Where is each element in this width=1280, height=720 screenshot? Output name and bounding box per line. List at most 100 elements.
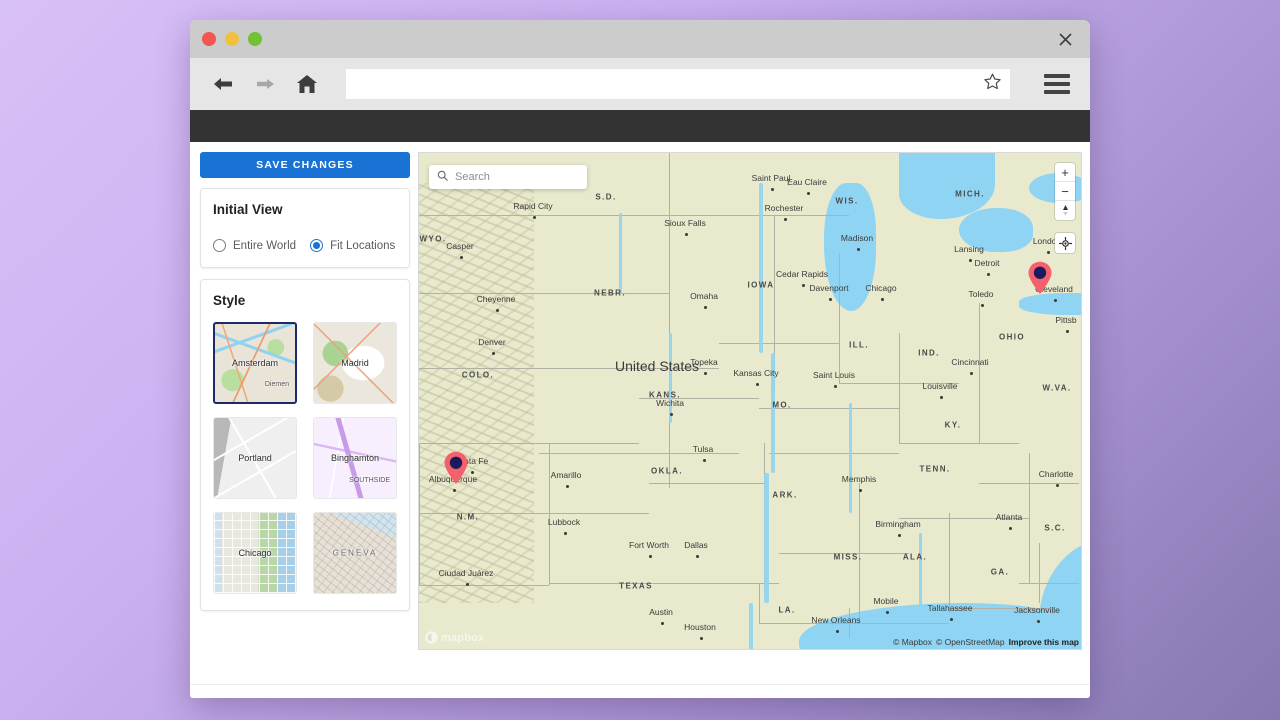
city-label: Toledo (968, 289, 993, 299)
city-label: Omaha (690, 291, 718, 301)
city-dot (881, 298, 884, 301)
radio-circle-entire-world[interactable] (213, 239, 226, 252)
style-card: Style Amsterdam Diemen Madrid Portland B… (200, 279, 410, 611)
state-label: WIS. (836, 197, 859, 206)
improve-this-map-link[interactable]: Improve this map (1009, 637, 1079, 647)
hamburger-menu-icon[interactable] (1044, 74, 1070, 94)
river (669, 333, 672, 423)
state-border (419, 293, 669, 294)
city-dot (834, 385, 837, 388)
river (759, 183, 763, 353)
city-dot (533, 216, 536, 219)
style-thumb-sublabel: Diemen (265, 381, 289, 388)
radio-label-fit-locations: Fit Locations (330, 240, 395, 252)
state-label: N.M. (457, 513, 480, 522)
style-thumb-amsterdam[interactable]: Amsterdam Diemen (213, 322, 297, 404)
zoom-out-button[interactable]: − (1055, 182, 1075, 201)
footer-divider (190, 684, 1090, 685)
state-border (949, 513, 950, 613)
city-dot (466, 583, 469, 586)
save-changes-button[interactable]: SAVE CHANGES (200, 152, 410, 178)
traffic-lights (202, 32, 262, 46)
city-dot (703, 459, 706, 462)
city-label: Topeka (690, 357, 717, 367)
state-label: TENN. (920, 465, 951, 474)
search-input[interactable] (455, 171, 597, 183)
state-label: KY. (945, 421, 962, 430)
city-label: Austin (649, 607, 673, 617)
city-label: Amarillo (551, 470, 582, 480)
compass-icon[interactable] (1055, 201, 1075, 220)
window-minimize-dot[interactable] (225, 32, 239, 46)
city-dot (696, 555, 699, 558)
city-label: Saint Louis (813, 370, 855, 380)
map-canvas[interactable]: United StatesWYO.S.D.NEBR.COLO.KANS.IOWA… (419, 153, 1081, 649)
city-label: Rochester (765, 203, 804, 213)
style-thumb-chicago[interactable]: Chicago (213, 512, 297, 594)
star-icon[interactable] (983, 72, 1002, 96)
radio-option-entire-world[interactable]: Entire World (213, 239, 296, 252)
state-label: IOWA (748, 281, 775, 290)
city-dot (886, 611, 889, 614)
style-thumb-portland[interactable]: Portland (213, 417, 297, 499)
attribution-osm[interactable]: © OpenStreetMap (936, 637, 1005, 647)
state-border (719, 343, 839, 344)
state-label: OKLA. (651, 467, 683, 476)
address-bar[interactable] (346, 69, 1010, 99)
city-dot (704, 306, 707, 309)
style-thumb-sublabel: SOUTHSIDE (349, 477, 390, 484)
state-border (669, 153, 670, 215)
state-label: IND. (918, 349, 940, 358)
state-label: ARK. (772, 491, 797, 500)
style-title: Style (213, 293, 397, 308)
lake-shape (1019, 293, 1082, 315)
style-thumb-madrid[interactable]: Madrid (313, 322, 397, 404)
city-dot (661, 622, 664, 625)
style-thumb-geneva[interactable]: GENEVA (313, 512, 397, 594)
city-label: Casper (446, 241, 473, 251)
city-dot (969, 259, 972, 262)
window-close-dot[interactable] (202, 32, 216, 46)
city-label: Chicago (865, 283, 896, 293)
forward-arrow-icon (252, 71, 278, 97)
marker-albuquerque[interactable] (443, 451, 469, 485)
state-border (419, 513, 649, 514)
geolocate-icon[interactable] (1055, 233, 1075, 253)
city-dot (807, 192, 810, 195)
initial-view-card: Initial View Entire World Fit Locations (200, 188, 410, 268)
city-label: Charlotte (1039, 469, 1074, 479)
marker-cleveland[interactable] (1027, 261, 1053, 295)
zoom-in-button[interactable]: + (1055, 163, 1075, 182)
city-label: New Orleans (811, 615, 860, 625)
close-icon[interactable] (1052, 26, 1078, 52)
initial-view-radio-group: Entire World Fit Locations (213, 239, 397, 252)
terrain-relief (419, 183, 534, 603)
window-maximize-dot[interactable] (248, 32, 262, 46)
map-attribution: © Mapbox © OpenStreetMap Improve this ma… (893, 637, 1079, 647)
search-icon (437, 168, 448, 186)
city-label: Kansas City (733, 368, 778, 378)
city-label: Sioux Falls (664, 218, 706, 228)
map-viewport[interactable]: United StatesWYO.S.D.NEBR.COLO.KANS.IOWA… (418, 152, 1082, 650)
city-dot (898, 534, 901, 537)
radio-circle-fit-locations[interactable] (310, 239, 323, 252)
city-dot (970, 372, 973, 375)
city-dot (700, 637, 703, 640)
state-label: COLO. (462, 371, 494, 380)
state-label: TEXAS (619, 582, 653, 591)
city-label: Cheyenne (477, 294, 516, 304)
state-border (419, 215, 669, 216)
city-dot (859, 489, 862, 492)
radio-option-fit-locations[interactable]: Fit Locations (310, 239, 395, 252)
map-search-box[interactable] (429, 165, 587, 189)
city-label: Wichita (656, 398, 684, 408)
city-dot (771, 188, 774, 191)
attribution-mapbox[interactable]: © Mapbox (893, 637, 932, 647)
style-thumb-binghamton[interactable]: Binghamton SOUTHSIDE (313, 417, 397, 499)
state-border (549, 443, 550, 585)
back-arrow-icon[interactable] (210, 71, 236, 97)
city-dot (564, 532, 567, 535)
home-icon[interactable] (294, 71, 320, 97)
city-dot (496, 309, 499, 312)
mapbox-logo[interactable]: mapbox (425, 631, 484, 644)
